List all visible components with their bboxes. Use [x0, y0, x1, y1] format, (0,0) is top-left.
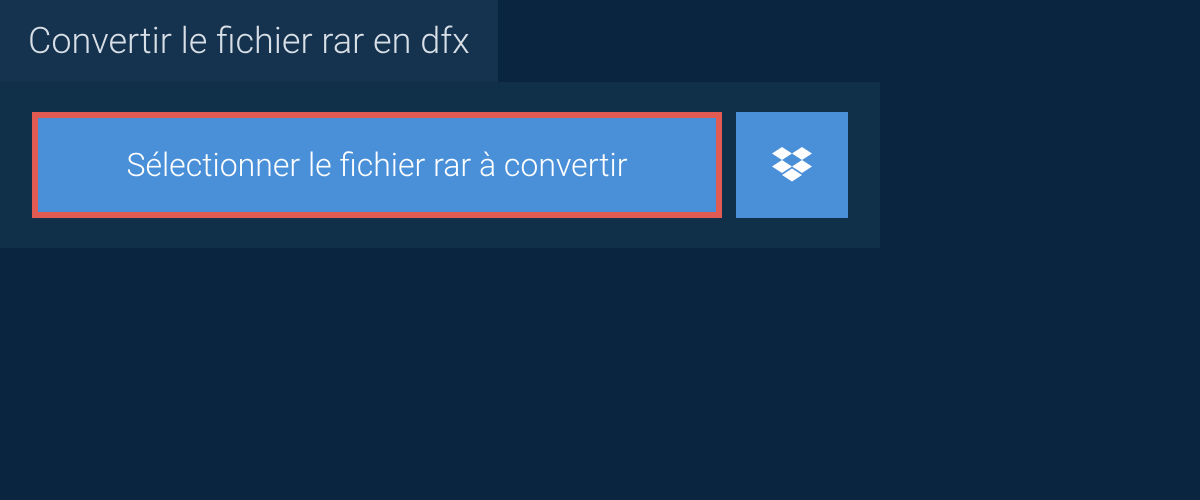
upload-panel: Sélectionner le fichier rar à convertir [0, 82, 880, 248]
select-file-button[interactable]: Sélectionner le fichier rar à convertir [32, 112, 722, 218]
header-tab: Convertir le fichier rar en dfx [0, 0, 498, 82]
page-title: Convertir le fichier rar en dfx [28, 20, 470, 62]
button-row: Sélectionner le fichier rar à convertir [32, 112, 848, 218]
dropbox-button[interactable] [736, 112, 848, 218]
select-file-label: Sélectionner le fichier rar à convertir [126, 146, 627, 184]
dropbox-icon [772, 147, 812, 183]
